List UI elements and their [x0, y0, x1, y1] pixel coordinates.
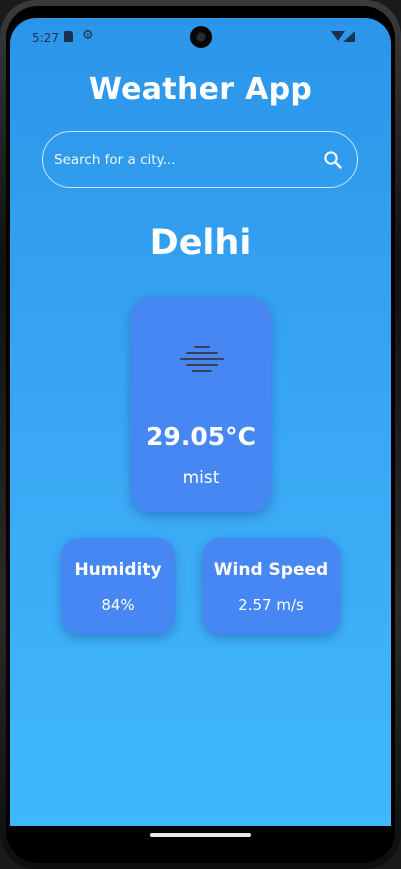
app-screen: 5:27 ⚙ Weather App Delhi 29.05°C mist H [10, 18, 391, 848]
wind-speed-label: Wind Speed [213, 560, 329, 580]
mist-icon [180, 346, 224, 372]
wind-speed-card: Wind Speed 2.57 m/s [202, 538, 340, 634]
app-title: Weather App [88, 72, 313, 107]
humidity-value: 84% [101, 596, 135, 614]
humidity-label: Humidity [74, 560, 162, 580]
home-indicator[interactable] [150, 833, 251, 837]
status-time: 5:27 [32, 31, 59, 45]
weather-card: 29.05°C mist [131, 297, 271, 512]
signal-icon [343, 31, 355, 42]
search-icon[interactable] [323, 150, 343, 170]
navigation-bar [10, 826, 391, 848]
gear-icon: ⚙ [82, 28, 94, 43]
temperature: 29.05°C [146, 422, 256, 451]
status-bar: 5:27 ⚙ [10, 18, 391, 56]
city-name: Delhi [149, 223, 252, 263]
wind-speed-value: 2.57 m/s [238, 596, 304, 614]
search-box[interactable] [42, 131, 358, 188]
weather-condition: mist [182, 468, 220, 488]
search-input[interactable] [54, 132, 314, 187]
sd-card-icon [64, 31, 73, 42]
front-camera [190, 26, 212, 48]
humidity-card: Humidity 84% [61, 538, 175, 634]
